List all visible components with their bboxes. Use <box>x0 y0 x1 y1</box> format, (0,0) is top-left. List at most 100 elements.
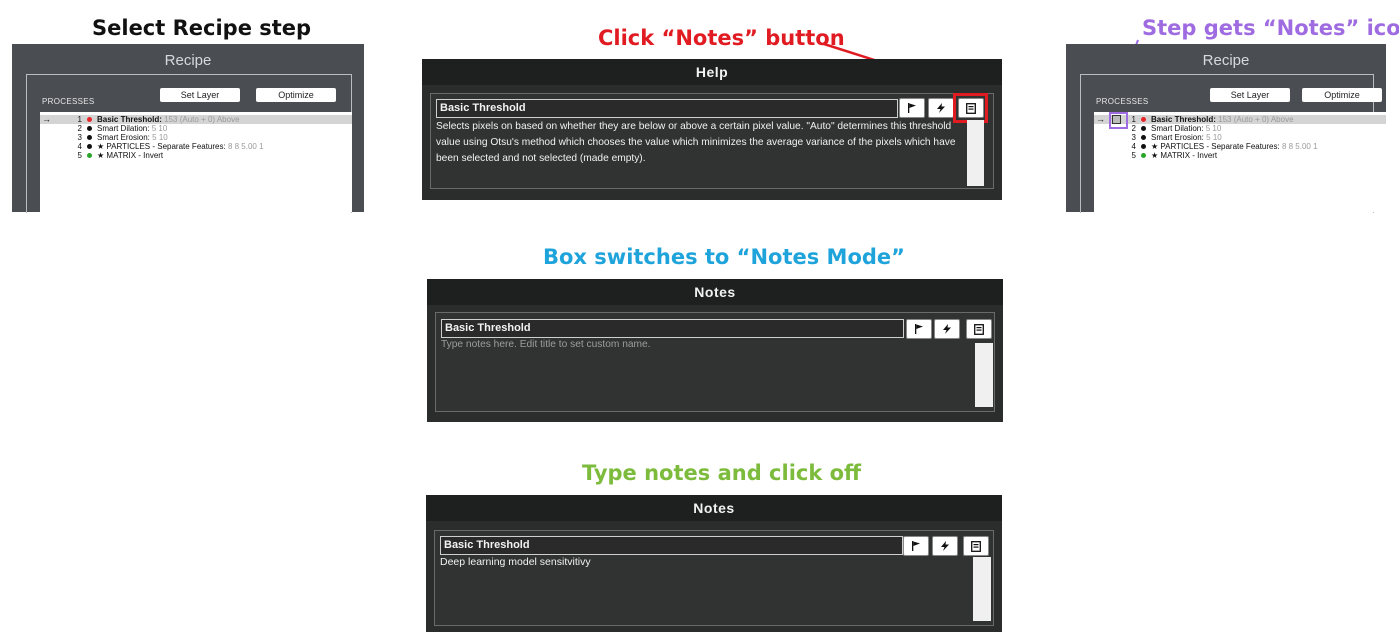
process-name: Smart Erosion: <box>97 133 150 142</box>
status-dot-icon <box>87 126 92 131</box>
processes-label: PROCESSES <box>1096 97 1149 106</box>
status-dot-icon <box>1141 126 1146 131</box>
caption-step-gets-notes-icon: Step gets “Notes” icon <box>1142 16 1399 40</box>
process-number: 5 <box>1131 151 1136 160</box>
process-text: Smart Erosion: 5 10 <box>1151 133 1222 142</box>
process-text: ★ MATRIX - Invert <box>1151 151 1217 160</box>
process-name: Smart Dilation: <box>97 124 150 133</box>
process-list[interactable]: → 1 Basic Threshold: 153 (Auto + 0) Abov… <box>40 112 352 212</box>
lightning-icon <box>943 324 951 334</box>
dialog-body: Basic Threshold Deep learning model sens… <box>434 530 994 626</box>
process-row-1[interactable]: → 1 Basic Threshold: 153 (Auto + 0) Abov… <box>40 115 352 124</box>
flag-button[interactable] <box>903 536 929 556</box>
step-title-field[interactable]: Basic Threshold <box>436 99 898 118</box>
status-dot-icon <box>87 135 92 140</box>
flag-button[interactable] <box>899 98 925 118</box>
star-icon: ★ <box>1151 142 1159 151</box>
optimize-button[interactable]: Optimize <box>1302 88 1382 102</box>
process-name: PARTICLES - Separate Features: <box>106 142 226 151</box>
process-number: 3 <box>77 133 82 142</box>
lightning-icon <box>941 541 949 551</box>
process-detail: 153 (Auto + 0) Above <box>1218 115 1294 124</box>
lightning-button[interactable] <box>932 536 958 556</box>
flag-button[interactable] <box>906 319 932 339</box>
process-text: Basic Threshold: 153 (Auto + 0) Above <box>97 115 240 124</box>
dialog-body: Basic Threshold Type notes here. Edit ti… <box>435 312 995 412</box>
process-name: MATRIX - Invert <box>1160 151 1218 160</box>
notes-button[interactable] <box>966 319 992 339</box>
process-number: 3 <box>1131 133 1136 142</box>
process-row-3[interactable]: 3 Smart Erosion: 5 10 <box>40 133 352 142</box>
recipe-title: Recipe <box>164 52 212 69</box>
recipe-panel-left: Recipe PROCESSES Set Layer Optimize → 1 … <box>12 44 364 213</box>
process-detail: 5 10 <box>1206 133 1222 142</box>
caption-box-switches-notes-mode: Box switches to “Notes Mode” <box>543 245 905 269</box>
help-text: Selects pixels on based on whether they … <box>436 121 956 164</box>
star-icon: ★ <box>97 151 105 160</box>
process-name: Smart Dilation: <box>1151 124 1204 133</box>
recipe-title: Recipe <box>1202 52 1250 69</box>
star-icon: ★ <box>1151 151 1159 160</box>
notes-button[interactable] <box>963 536 989 556</box>
process-text: Smart Dilation: 5 10 <box>97 124 167 133</box>
process-row-3[interactable]: 3 Smart Erosion: 5 10 <box>1094 133 1386 142</box>
process-detail: 5 10 <box>151 124 168 133</box>
lightning-button[interactable] <box>934 319 960 339</box>
status-dot-icon <box>1141 153 1146 158</box>
process-detail: 8 8 5.00 1 <box>227 142 264 151</box>
scrollbar[interactable] <box>975 343 993 407</box>
selected-arrow-icon: → <box>42 114 51 124</box>
notes-textarea[interactable]: Deep learning model sensitvitivy <box>440 554 965 622</box>
step-title-field[interactable]: Basic Threshold <box>440 536 903 555</box>
notes-dialog: Notes Basic Threshold Type notes here. E… <box>427 279 1003 422</box>
process-text: Smart Erosion: 5 10 <box>97 133 168 142</box>
process-detail: 5 10 <box>1205 124 1222 133</box>
process-name: Basic Threshold: <box>97 115 162 124</box>
status-dot-icon <box>87 117 92 122</box>
dialog-body: Basic Threshold Selects pixels on based … <box>430 93 994 189</box>
lightning-icon <box>937 103 945 113</box>
lightning-button[interactable] <box>928 98 954 118</box>
process-text: ★ MATRIX - Invert <box>97 151 163 160</box>
process-text: ★ PARTICLES - Separate Features: 8 8 5.0… <box>1151 142 1318 151</box>
process-detail: 8 8 5.00 1 <box>1281 142 1318 151</box>
process-number: 5 <box>77 151 82 160</box>
process-text: Smart Dilation: 5 10 <box>1151 124 1221 133</box>
star-icon: ★ <box>97 142 105 151</box>
process-row-2[interactable]: 2 Smart Dilation: 5 10 <box>1094 124 1386 133</box>
scrollbar[interactable] <box>967 120 984 186</box>
caption-type-notes-click-off: Type notes and click off <box>582 461 862 485</box>
process-number: 4 <box>1131 142 1136 151</box>
flag-icon <box>912 541 920 551</box>
status-dot-icon <box>87 153 92 158</box>
process-name: PARTICLES - Separate Features: <box>1160 142 1280 151</box>
process-text: Basic Threshold: 153 (Auto + 0) Above <box>1151 115 1294 124</box>
process-row-5[interactable]: 5 ★ MATRIX - Invert <box>40 151 352 160</box>
dialog-header: Help <box>422 59 1002 85</box>
process-list[interactable]: → 1 Basic Threshold: 153 (Auto + 0) Abov… <box>1094 112 1386 212</box>
step-title-field[interactable]: Basic Threshold <box>441 319 904 338</box>
status-dot-icon <box>1141 144 1146 149</box>
status-dot-icon <box>1141 117 1146 122</box>
caption-select-recipe-step: Select Recipe step <box>92 16 312 40</box>
process-row-5[interactable]: 5 ★ MATRIX - Invert <box>1094 151 1386 160</box>
process-row-1[interactable]: → 1 Basic Threshold: 153 (Auto + 0) Abov… <box>1094 115 1386 124</box>
notes-icon <box>971 541 981 552</box>
optimize-button[interactable]: Optimize <box>256 88 336 102</box>
selected-arrow-icon: → <box>1096 114 1105 124</box>
notes-textarea[interactable]: Type notes here. Edit title to set custo… <box>441 337 966 407</box>
set-layer-button[interactable]: Set Layer <box>160 88 240 102</box>
process-row-4[interactable]: 4 ★ PARTICLES - Separate Features: 8 8 5… <box>1094 142 1386 151</box>
process-number: 2 <box>77 124 82 133</box>
caption-click-notes-button: Click “Notes” button <box>598 26 845 50</box>
flag-icon <box>915 324 923 334</box>
set-layer-button[interactable]: Set Layer <box>1210 88 1290 102</box>
process-row-4[interactable]: 4 ★ PARTICLES - Separate Features: 8 8 5… <box>40 142 352 151</box>
notes-icon-highlight <box>1109 112 1128 129</box>
process-name: MATRIX - Invert <box>106 151 164 160</box>
processes-label: PROCESSES <box>42 97 95 106</box>
process-row-2[interactable]: 2 Smart Dilation: 5 10 <box>40 124 352 133</box>
notes-dialog-filled: Notes Basic Threshold Deep learning mode… <box>426 495 1002 632</box>
scrollbar[interactable] <box>973 557 991 621</box>
process-number: 1 <box>77 115 82 124</box>
